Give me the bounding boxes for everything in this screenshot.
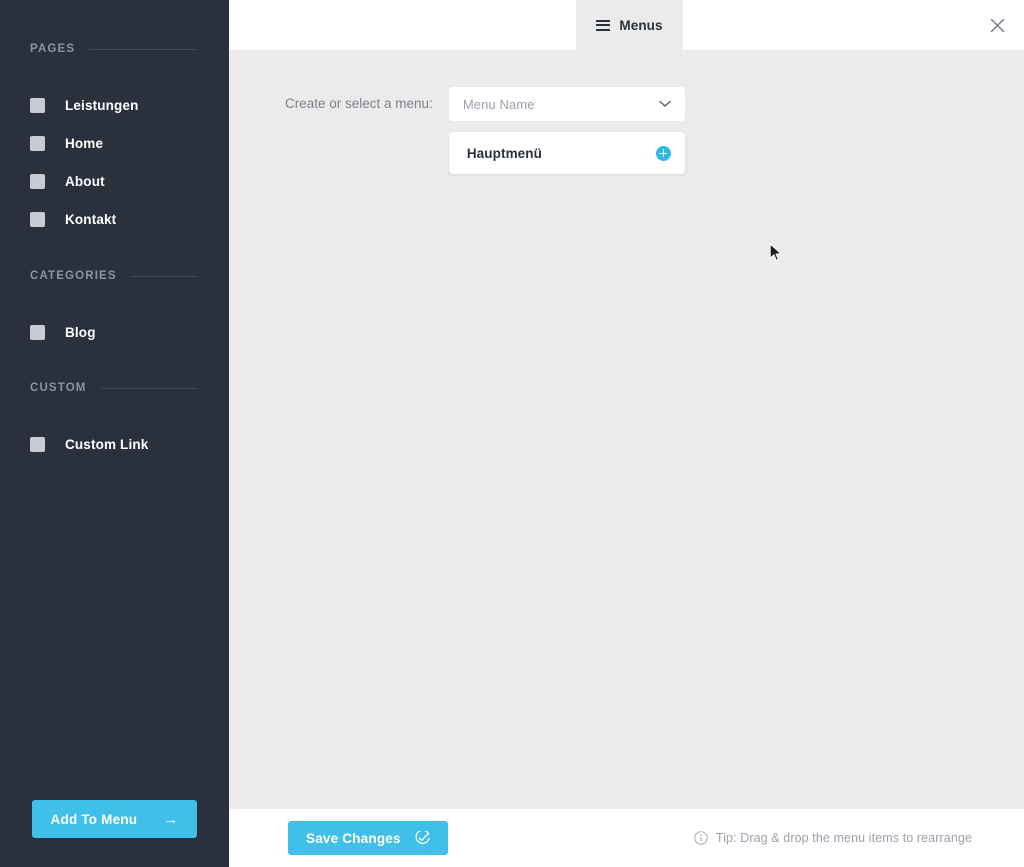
dropdown-item-hauptmenu[interactable]: Hauptmenü [449, 132, 685, 174]
menu-selector-label: Create or select a menu: [285, 96, 433, 111]
sidebar-item-label: About [65, 173, 105, 189]
sidebar-item-home[interactable]: Home [0, 124, 229, 162]
checkbox-icon[interactable] [30, 135, 45, 151]
section-divider [100, 387, 197, 389]
tab-menus[interactable]: Menus [576, 0, 683, 50]
sidebar: PAGES Leistungen Home About Kontakt CATE… [0, 0, 229, 867]
menu-content-area: Create or select a menu: Menu Name Haupt… [229, 50, 1024, 809]
sidebar-item-kontakt[interactable]: Kontakt [0, 200, 229, 238]
check-circle-icon [415, 830, 430, 844]
checkbox-icon[interactable] [30, 173, 45, 189]
sidebar-footer: Add To Menu → [0, 800, 229, 867]
menu-selector-row: Create or select a menu: Menu Name Haupt… [285, 87, 685, 174]
sidebar-section-header-custom: CUSTOM [0, 377, 229, 399]
sidebar-section-header-pages: PAGES [0, 38, 229, 60]
arrow-right-icon: → [163, 810, 179, 828]
dropdown-item-label: Hauptmenü [466, 145, 542, 161]
sidebar-item-label: Custom Link [65, 436, 149, 452]
menu-select-dropdown: Hauptmenü [448, 132, 685, 174]
sidebar-item-label: Leistungen [65, 97, 139, 113]
sidebar-item-about[interactable]: About [0, 162, 229, 200]
chevron-down-icon [659, 100, 671, 107]
close-button[interactable] [982, 10, 1012, 40]
sidebar-item-label: Blog [65, 324, 96, 340]
sidebar-section-title: CATEGORIES [30, 270, 117, 282]
save-changes-label: Save Changes [306, 830, 401, 846]
checkbox-icon[interactable] [30, 324, 45, 340]
menu-select-value: Menu Name [462, 96, 535, 112]
sidebar-item-custom-link[interactable]: Custom Link [0, 425, 229, 463]
info-circle-icon [694, 831, 708, 845]
sidebar-item-blog[interactable]: Blog [0, 313, 229, 351]
add-to-menu-button[interactable]: Add To Menu → [32, 800, 197, 838]
sidebar-section-header-categories: CATEGORIES [0, 265, 229, 287]
menu-select-wrapper: Menu Name Hauptmenü [448, 87, 685, 174]
sidebar-item-label: Home [65, 135, 104, 151]
menu-select[interactable]: Menu Name [448, 87, 685, 121]
sidebar-section-title: CUSTOM [30, 382, 87, 394]
footer-tip-text: Tip: Drag & drop the menu items to rearr… [715, 831, 972, 845]
hamburger-icon [596, 19, 611, 31]
sidebar-sections: PAGES Leistungen Home About Kontakt CATE… [0, 0, 229, 800]
checkbox-icon[interactable] [30, 436, 45, 452]
checkbox-icon[interactable] [30, 97, 45, 113]
footer-bar: Save Changes Tip: Drag & drop the menu i… [229, 809, 1024, 867]
tab-menus-label: Menus [619, 17, 663, 33]
section-divider [130, 275, 197, 277]
save-changes-button[interactable]: Save Changes [288, 821, 448, 855]
section-divider [89, 48, 197, 50]
main-pane: Menus Create or select a menu: Menu Name [229, 0, 1024, 867]
topbar-left-spacer [229, 0, 576, 50]
sidebar-section-title: PAGES [30, 43, 76, 55]
footer-tip: Tip: Drag & drop the menu items to rearr… [694, 831, 972, 845]
sidebar-item-label: Kontakt [65, 211, 117, 227]
close-icon [990, 18, 1004, 32]
sidebar-item-leistungen[interactable]: Leistungen [0, 86, 229, 124]
menu-builder-window: PAGES Leistungen Home About Kontakt CATE… [0, 0, 1024, 867]
topbar: Menus [229, 0, 1024, 50]
add-to-menu-label: Add To Menu [50, 811, 138, 827]
checkbox-icon[interactable] [30, 211, 45, 227]
plus-circle-icon[interactable] [655, 145, 671, 161]
topbar-right [683, 0, 1024, 50]
mouse-pointer-icon [769, 243, 783, 261]
